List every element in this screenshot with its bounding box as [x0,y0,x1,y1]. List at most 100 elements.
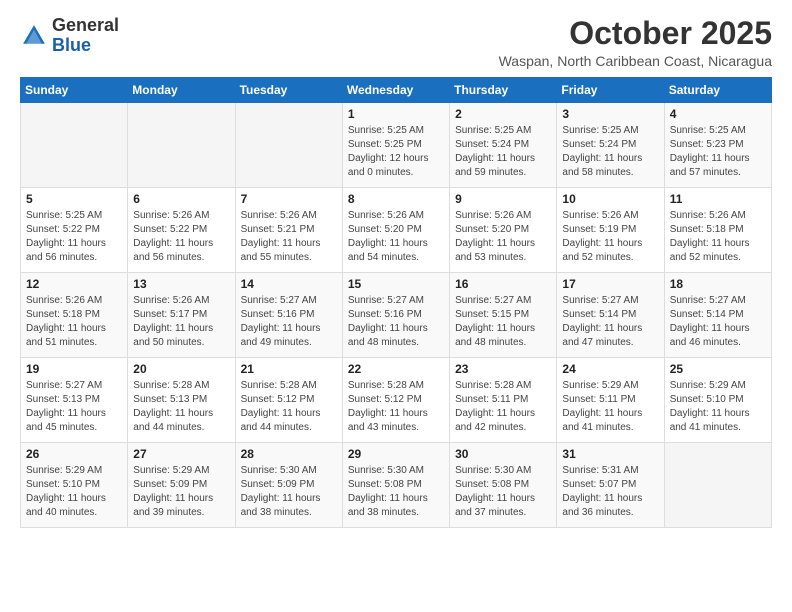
day-number: 30 [455,447,551,461]
calendar-cell [21,103,128,188]
day-number: 18 [670,277,766,291]
calendar-cell: 11 Sunrise: 5:26 AM Sunset: 5:18 PM Dayli… [664,188,771,273]
calendar-cell: 3 Sunrise: 5:25 AM Sunset: 5:24 PM Daylig… [557,103,664,188]
day-number: 29 [348,447,444,461]
calendar-cell [235,103,342,188]
day-info: Sunrise: 5:27 AM Sunset: 5:14 PM Dayligh… [562,294,658,350]
day-info: Sunrise: 5:26 AM Sunset: 5:20 PM Dayligh… [348,209,444,265]
calendar-cell: 17 Sunrise: 5:27 AM Sunset: 5:14 PM Dayli… [557,273,664,358]
day-number: 2 [455,107,551,121]
day-info: Sunrise: 5:29 AM Sunset: 5:11 PM Dayligh… [562,379,658,435]
day-number: 26 [26,447,122,461]
day-number: 13 [133,277,229,291]
calendar-cell: 13 Sunrise: 5:26 AM Sunset: 5:17 PM Dayli… [128,273,235,358]
day-number: 5 [26,192,122,206]
day-info: Sunrise: 5:29 AM Sunset: 5:10 PM Dayligh… [670,379,766,435]
day-number: 20 [133,362,229,376]
calendar-week-row: 1Sunrise: 5:25 AM Sunset: 5:25 PM Daylig… [21,103,772,188]
calendar-cell: 1Sunrise: 5:25 AM Sunset: 5:25 PM Daylig… [342,103,449,188]
day-info: Sunrise: 5:29 AM Sunset: 5:10 PM Dayligh… [26,464,122,520]
day-info: Sunrise: 5:27 AM Sunset: 5:14 PM Dayligh… [670,294,766,350]
day-number: 1 [348,107,444,121]
calendar-cell: 9 Sunrise: 5:26 AM Sunset: 5:20 PM Daylig… [450,188,557,273]
day-info: Sunrise: 5:27 AM Sunset: 5:16 PM Dayligh… [241,294,337,350]
calendar-cell: 23 Sunrise: 5:28 AM Sunset: 5:11 PM Dayli… [450,358,557,443]
calendar-week-row: 26 Sunrise: 5:29 AM Sunset: 5:10 PM Dayli… [21,443,772,528]
day-number: 17 [562,277,658,291]
weekday-header: Wednesday [342,78,449,103]
calendar-cell: 10 Sunrise: 5:26 AM Sunset: 5:19 PM Dayli… [557,188,664,273]
day-number: 15 [348,277,444,291]
calendar-cell: 2Sunrise: 5:25 AM Sunset: 5:24 PM Daylig… [450,103,557,188]
day-info: Sunrise: 5:30 AM Sunset: 5:08 PM Dayligh… [455,464,551,520]
day-number: 23 [455,362,551,376]
weekday-header-row: SundayMondayTuesdayWednesdayThursdayFrid… [21,78,772,103]
calendar-cell: 28 Sunrise: 5:30 AM Sunset: 5:09 PM Dayli… [235,443,342,528]
day-number: 10 [562,192,658,206]
day-info: Sunrise: 5:25 AM Sunset: 5:24 PM Dayligh… [562,124,658,180]
calendar-cell: 21Sunrise: 5:28 AM Sunset: 5:12 PM Dayli… [235,358,342,443]
calendar-cell: 30 Sunrise: 5:30 AM Sunset: 5:08 PM Dayli… [450,443,557,528]
day-info: Sunrise: 5:26 AM Sunset: 5:21 PM Dayligh… [241,209,337,265]
day-info: Sunrise: 5:27 AM Sunset: 5:13 PM Dayligh… [26,379,122,435]
logo: General Blue [20,16,119,56]
day-number: 25 [670,362,766,376]
calendar-cell: 6Sunrise: 5:26 AM Sunset: 5:22 PM Daylig… [128,188,235,273]
day-info: Sunrise: 5:26 AM Sunset: 5:20 PM Dayligh… [455,209,551,265]
calendar-cell: 20 Sunrise: 5:28 AM Sunset: 5:13 PM Dayli… [128,358,235,443]
calendar-week-row: 19 Sunrise: 5:27 AM Sunset: 5:13 PM Dayli… [21,358,772,443]
weekday-header: Thursday [450,78,557,103]
day-info: Sunrise: 5:26 AM Sunset: 5:19 PM Dayligh… [562,209,658,265]
day-info: Sunrise: 5:28 AM Sunset: 5:12 PM Dayligh… [348,379,444,435]
day-number: 8 [348,192,444,206]
day-info: Sunrise: 5:30 AM Sunset: 5:08 PM Dayligh… [348,464,444,520]
calendar-cell: 22 Sunrise: 5:28 AM Sunset: 5:12 PM Dayli… [342,358,449,443]
day-info: Sunrise: 5:26 AM Sunset: 5:18 PM Dayligh… [26,294,122,350]
day-number: 14 [241,277,337,291]
calendar-cell: 26 Sunrise: 5:29 AM Sunset: 5:10 PM Dayli… [21,443,128,528]
calendar-cell: 25 Sunrise: 5:29 AM Sunset: 5:10 PM Dayli… [664,358,771,443]
day-number: 24 [562,362,658,376]
calendar-cell: 4 Sunrise: 5:25 AM Sunset: 5:23 PM Daylig… [664,103,771,188]
weekday-header: Saturday [664,78,771,103]
calendar-cell [128,103,235,188]
day-info: Sunrise: 5:27 AM Sunset: 5:16 PM Dayligh… [348,294,444,350]
calendar-cell: 24 Sunrise: 5:29 AM Sunset: 5:11 PM Dayli… [557,358,664,443]
calendar-cell: 8 Sunrise: 5:26 AM Sunset: 5:20 PM Daylig… [342,188,449,273]
day-info: Sunrise: 5:26 AM Sunset: 5:18 PM Dayligh… [670,209,766,265]
day-info: Sunrise: 5:31 AM Sunset: 5:07 PM Dayligh… [562,464,658,520]
calendar-cell [664,443,771,528]
location: Waspan, North Caribbean Coast, Nicaragua [499,53,772,69]
day-info: Sunrise: 5:26 AM Sunset: 5:17 PM Dayligh… [133,294,229,350]
calendar-cell: 18 Sunrise: 5:27 AM Sunset: 5:14 PM Dayli… [664,273,771,358]
header: General Blue October 2025 Waspan, North … [20,16,772,69]
title-block: October 2025 Waspan, North Caribbean Coa… [499,16,772,69]
day-info: Sunrise: 5:29 AM Sunset: 5:09 PM Dayligh… [133,464,229,520]
weekday-header: Tuesday [235,78,342,103]
day-number: 16 [455,277,551,291]
calendar-cell: 27 Sunrise: 5:29 AM Sunset: 5:09 PM Dayli… [128,443,235,528]
day-number: 3 [562,107,658,121]
month-title: October 2025 [499,16,772,51]
day-number: 12 [26,277,122,291]
day-number: 9 [455,192,551,206]
day-info: Sunrise: 5:27 AM Sunset: 5:15 PM Dayligh… [455,294,551,350]
day-number: 4 [670,107,766,121]
day-info: Sunrise: 5:28 AM Sunset: 5:13 PM Dayligh… [133,379,229,435]
weekday-header: Friday [557,78,664,103]
day-number: 7 [241,192,337,206]
day-number: 28 [241,447,337,461]
calendar-cell: 31Sunrise: 5:31 AM Sunset: 5:07 PM Dayli… [557,443,664,528]
calendar-cell: 14 Sunrise: 5:27 AM Sunset: 5:16 PM Dayli… [235,273,342,358]
calendar-cell: 15 Sunrise: 5:27 AM Sunset: 5:16 PM Dayli… [342,273,449,358]
day-number: 27 [133,447,229,461]
day-number: 19 [26,362,122,376]
calendar-cell: 5Sunrise: 5:25 AM Sunset: 5:22 PM Daylig… [21,188,128,273]
day-info: Sunrise: 5:28 AM Sunset: 5:12 PM Dayligh… [241,379,337,435]
calendar-cell: 29 Sunrise: 5:30 AM Sunset: 5:08 PM Dayli… [342,443,449,528]
day-info: Sunrise: 5:30 AM Sunset: 5:09 PM Dayligh… [241,464,337,520]
day-info: Sunrise: 5:25 AM Sunset: 5:23 PM Dayligh… [670,124,766,180]
day-number: 11 [670,192,766,206]
day-info: Sunrise: 5:28 AM Sunset: 5:11 PM Dayligh… [455,379,551,435]
day-number: 22 [348,362,444,376]
